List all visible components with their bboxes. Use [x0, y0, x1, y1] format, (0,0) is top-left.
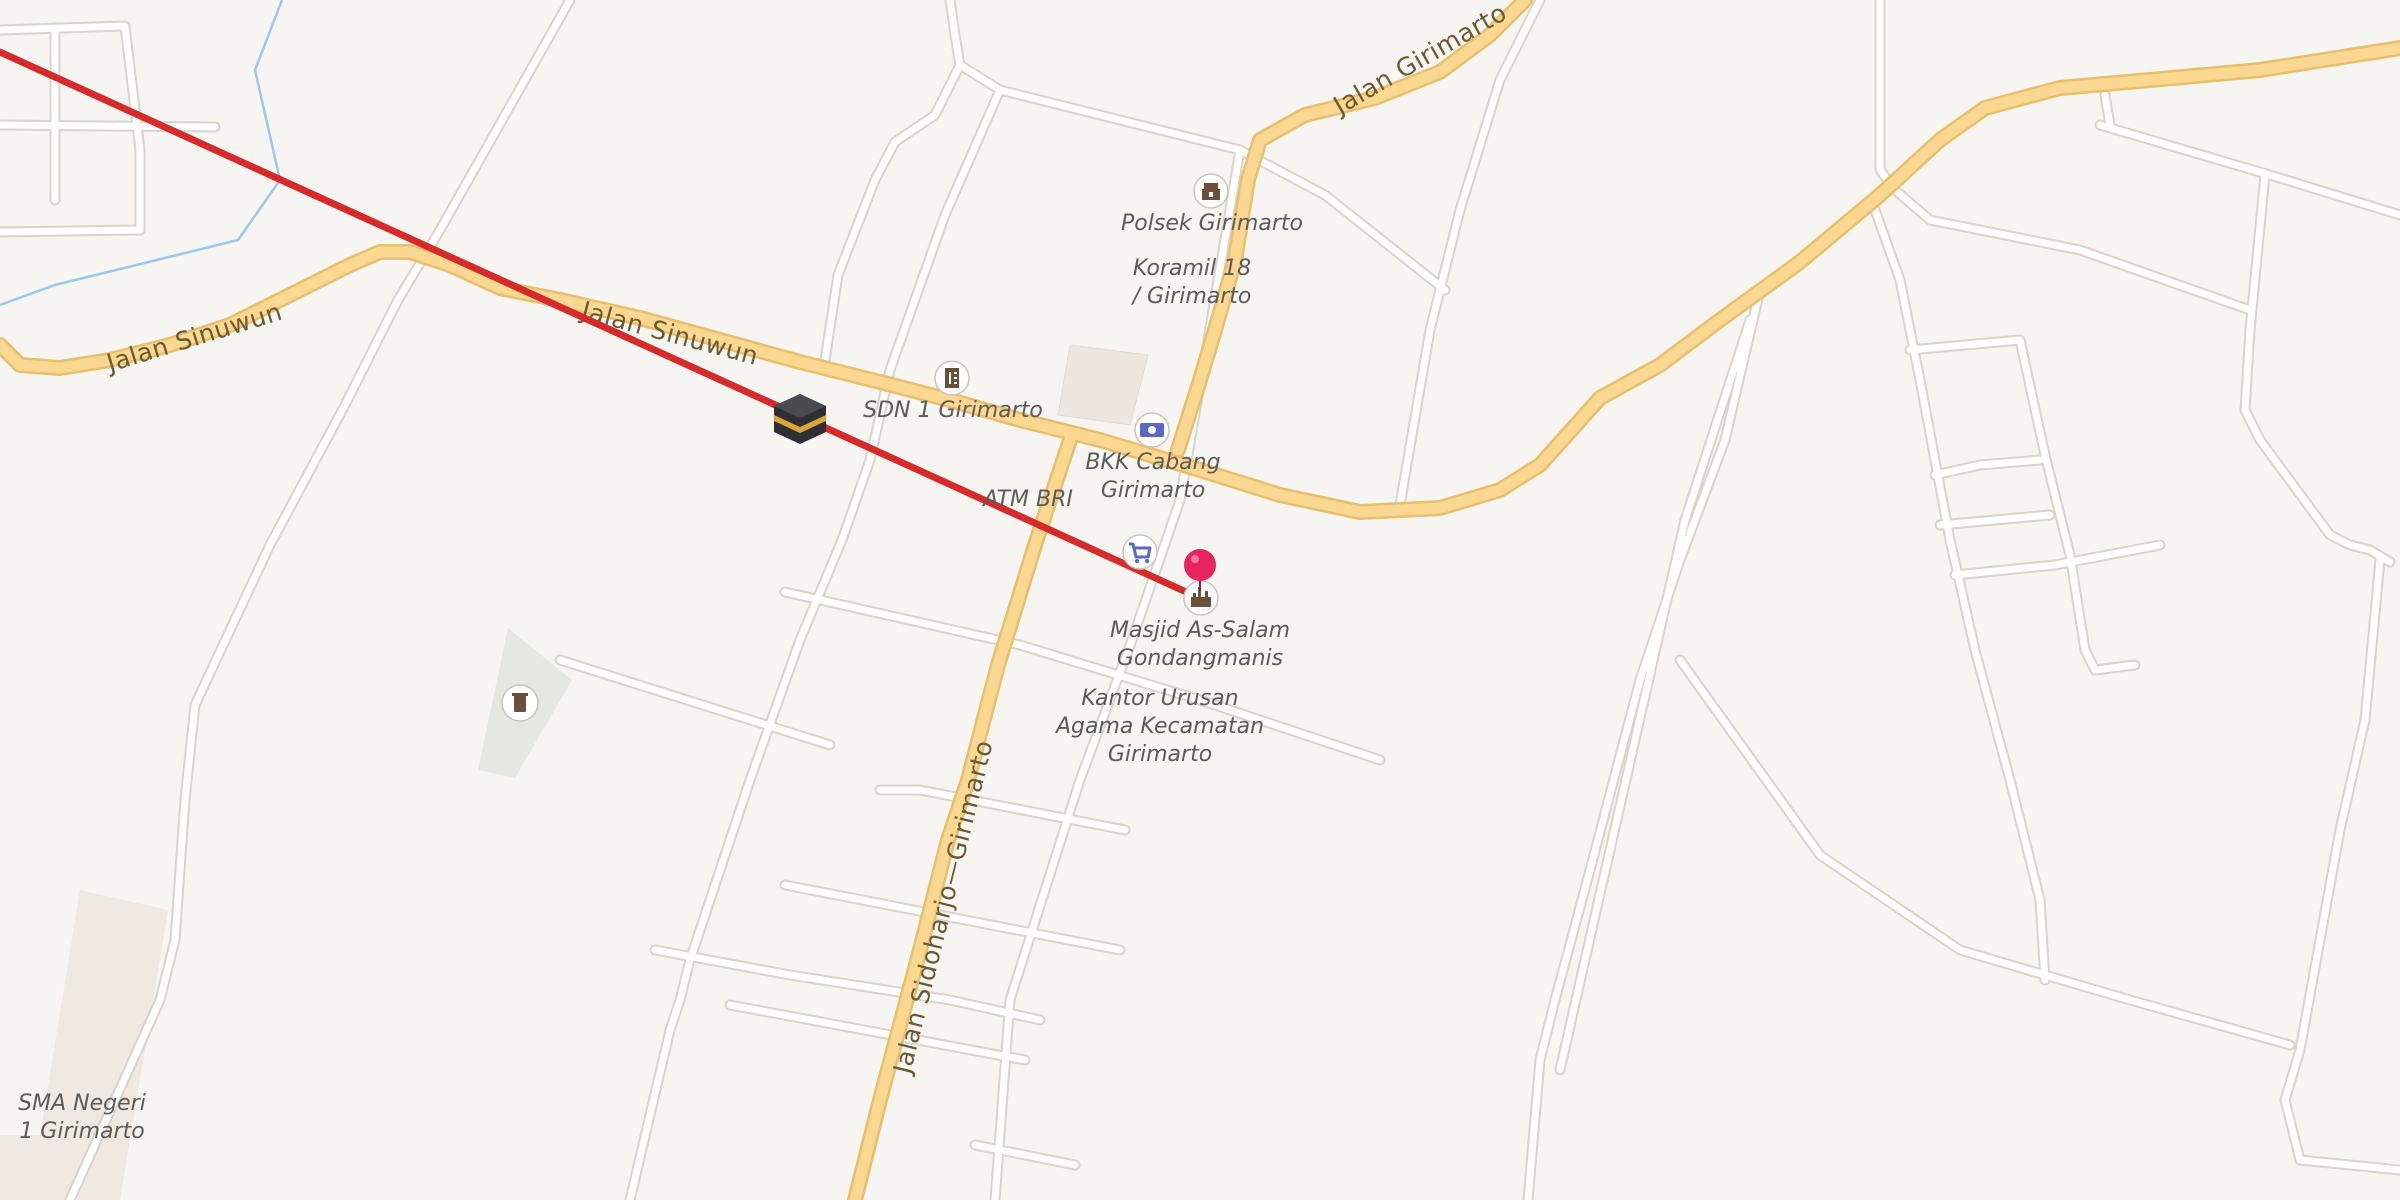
label-polsek: Polsek Girimarto	[1121, 211, 1303, 236]
label-bkk-line2: Girimarto	[1101, 478, 1205, 503]
label-sdn: SDN 1 Girimarto	[863, 398, 1043, 423]
label-kua-line3: Girimarto	[1108, 742, 1212, 767]
cemetery-icon[interactable]	[501, 684, 539, 722]
label-sma-line2: 1 Girimarto	[19, 1119, 144, 1144]
shopping-cart-icon[interactable]	[1122, 534, 1158, 570]
police-icon[interactable]	[1193, 173, 1229, 209]
school-icon[interactable]	[934, 360, 970, 396]
label-koramil-line1: Koramil 18	[1133, 256, 1251, 281]
bank-icon[interactable]	[1134, 412, 1170, 448]
map-canvas[interactable]: Jalan Sinuwun Jalan Sinuwun Jalan Girima…	[0, 0, 2400, 1200]
label-sma-line1: SMA Negeri	[18, 1091, 146, 1116]
label-kua-line2: Agama Kecamatan	[1054, 714, 1264, 739]
label-masjid-line1: Masjid As-Salam	[1110, 618, 1290, 643]
label-masjid-line2: Gondangmanis	[1117, 646, 1283, 671]
label-bkk-line1: BKK Cabang	[1085, 450, 1220, 475]
label-koramil-line2: / Girimarto	[1131, 284, 1252, 309]
label-atm: ATM BRI	[981, 487, 1073, 512]
label-kua-line1: Kantor Urusan	[1081, 686, 1238, 711]
